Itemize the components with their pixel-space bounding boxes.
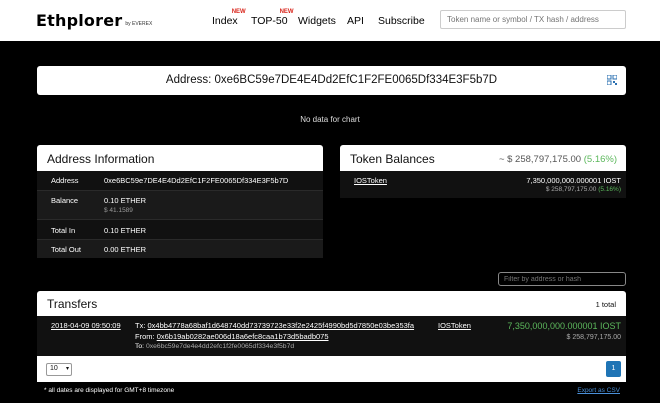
info-key: Balance (51, 196, 79, 205)
new-badge: NEW (279, 9, 294, 15)
tx-label: Tx: (135, 321, 146, 330)
info-key: Total In (51, 226, 76, 235)
page-button-1[interactable]: 1 (606, 361, 621, 377)
token-link-iostoken[interactable]: IOSToken (354, 176, 387, 185)
from-label: From: (135, 332, 155, 341)
transfer-to: To: 0xe6bc59e7de4e4dd2efc1f2fe0065df334e… (135, 343, 294, 350)
token-balance-row: IOSToken 7,350,000,000.000001 IOST $ 258… (340, 171, 626, 198)
total-usd: ~ $ 258,797,175.00 (498, 154, 582, 165)
transfer-from: From: 0x6b19ab0282ae006d18a6efc8caa1b73d… (135, 332, 329, 341)
transfer-row: 2018-04-09 09:50:09 Tx: 0x4bb4778a68baf1… (37, 316, 626, 356)
transfers-header: Transfers 1 total (37, 291, 626, 316)
info-row-balance: Balance 0.10 ETHER $ 41.1589 (37, 190, 323, 219)
address-info-table: Address 0xe6BC59e7DE4E4Dd2EfC1F2FE0065Df… (37, 171, 323, 258)
address-info-header: Address Information (37, 145, 323, 171)
nav-widgets[interactable]: Widgets (298, 15, 336, 27)
nav-top50[interactable]: TOP-50 NEW (251, 9, 294, 27)
nav-subscribe[interactable]: Subscribe (378, 15, 425, 27)
to-address: 0xe6bc59e7de4e4dd2efc1f2fe0065df334e3f5b… (145, 343, 295, 350)
transfer-date[interactable]: 2018-04-09 09:50:09 (51, 321, 121, 330)
page-size-value: 10 (50, 365, 58, 372)
info-subvalue: $ 41.1589 (104, 207, 133, 214)
token-usd: $ 258,797,175.00 (5.16%) (546, 186, 621, 193)
token-usd-value: $ 258,797,175.00 (545, 186, 597, 193)
transfer-token-link[interactable]: IOSToken (438, 321, 471, 330)
to-label: To: (135, 343, 145, 350)
info-row-address: Address 0xe6BC59e7DE4E4Dd2EfC1F2FE0065Df… (37, 171, 323, 190)
transfer-usd: $ 258,797,175.00 (566, 334, 622, 341)
token-balances-title: Token Balances (350, 152, 435, 166)
filter-input[interactable] (498, 272, 626, 286)
info-row-total-out: Total Out 0.00 ETHER (37, 239, 323, 258)
new-badge: NEW (231, 9, 246, 15)
from-address-link[interactable]: 0x6b19ab0282ae006d18a6efc8caa1b73d5badb0… (157, 332, 329, 341)
page-size-select[interactable]: 10 ▾ (46, 363, 72, 376)
info-value: 0xe6BC59e7DE4E4Dd2EfC1F2FE0065Df334E3F5b… (104, 176, 289, 185)
token-amount: 7,350,000,000.000001 IOST (526, 176, 621, 185)
transfers-pagination: 10 ▾ 1 (37, 356, 626, 382)
transfers-title: Transfers (47, 297, 98, 311)
ethplorer-logo[interactable]: Ethplorer by EVEREX (36, 11, 152, 30)
address-title: Address: 0xe6BC59e7DE4E4Dd2EfC1F2FE0065D… (165, 74, 498, 86)
transfers-count: 1 total (595, 300, 616, 309)
info-row-total-in: Total In 0.10 ETHER (37, 219, 323, 239)
info-value: 0.10 ETHER (104, 226, 147, 235)
tx-hash-link[interactable]: 0x4bb4778a68baf1d648740dd73739723e33f2e2… (148, 321, 415, 330)
nav-index[interactable]: Index NEW (212, 9, 246, 27)
transfer-amount: 7,350,000,000.000001 IOST (507, 321, 621, 331)
token-balances-header: Token Balances ~ $ 258,797,175.00 (5.16%… (340, 145, 626, 171)
address-info-title: Address Information (47, 152, 155, 166)
transfer-tx: Tx: 0x4bb4778a68baf1d648740dd73739723e33… (135, 321, 414, 330)
nav-api[interactable]: API (347, 15, 364, 27)
export-csv-link[interactable]: Export as CSV (577, 387, 620, 394)
chart-placeholder: No data for chart (300, 115, 360, 124)
address-header: Address: 0xe6BC59e7DE4E4Dd2EfC1F2FE0065D… (37, 66, 626, 95)
chevron-down-icon: ▾ (65, 366, 69, 372)
logo-byline: by EVEREX (125, 21, 153, 27)
info-key: Total Out (51, 245, 82, 254)
info-key: Address (51, 176, 79, 185)
info-value: 0.00 ETHER (104, 245, 147, 254)
logo-text: Ethplorer (36, 11, 123, 30)
top-navbar: Ethplorer by EVEREX Index NEW TOP-50 NEW… (0, 0, 660, 41)
total-change: (5.16%) (583, 154, 617, 165)
nav-top50-label: TOP-50 (251, 15, 288, 27)
token-usd-change: (5.16%) (598, 186, 621, 193)
info-value: 0.10 ETHER (104, 196, 147, 205)
token-balances-total: ~ $ 258,797,175.00 (5.16%) (499, 154, 617, 165)
search-input[interactable] (440, 10, 626, 29)
nav-index-label: Index (212, 15, 238, 27)
qr-code-icon[interactable] (607, 75, 617, 85)
timezone-footnote: * all dates are displayed for GMT+8 time… (44, 387, 175, 394)
